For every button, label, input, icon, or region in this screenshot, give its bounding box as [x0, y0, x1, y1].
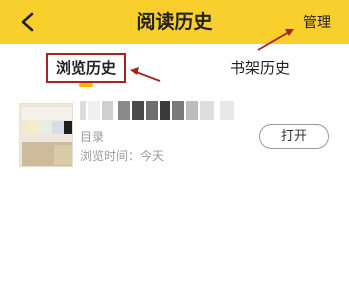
page-title: 阅读历史	[136, 11, 213, 33]
back-button[interactable]	[14, 8, 42, 36]
chevron-left-icon	[21, 12, 34, 32]
chapter-label: 目录	[80, 130, 105, 144]
book-cover	[19, 103, 73, 167]
tab-shelf-history[interactable]: 书架历史	[224, 53, 296, 83]
top-bar: 阅读历史 管理	[0, 0, 349, 44]
active-tab-indicator	[79, 83, 93, 87]
tab-bar: 浏览历史 书架历史	[0, 44, 349, 90]
manage-button[interactable]: 管理	[303, 12, 331, 34]
open-button[interactable]: 打开	[259, 124, 329, 149]
browse-time: 浏览时间：今天	[80, 149, 165, 163]
tab-browse-history[interactable]: 浏览历史	[46, 53, 126, 83]
